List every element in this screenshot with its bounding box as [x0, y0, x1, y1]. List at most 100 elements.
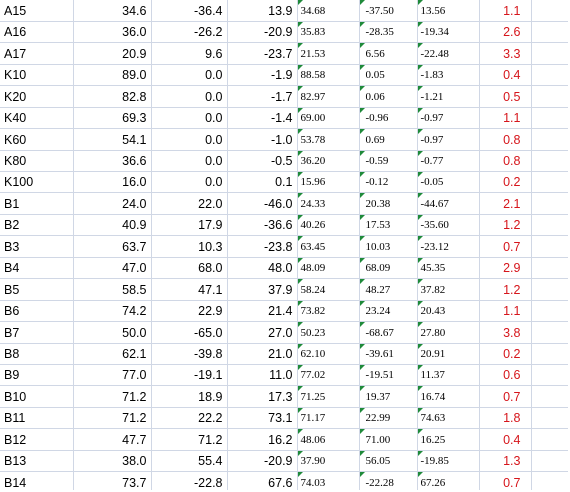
table-cell-col7[interactable]: 0.7	[479, 471, 532, 490]
table-cell-col4[interactable]: 69.00	[297, 107, 360, 130]
table-cell-col7[interactable]: 0.7	[479, 235, 532, 258]
table-cell-col4[interactable]: 88.58	[297, 64, 360, 87]
table-cell-name[interactable]: B11	[0, 407, 74, 430]
table-cell-col2[interactable]: -19.1	[151, 364, 228, 387]
table-cell-col7[interactable]: 0.8	[479, 150, 532, 173]
table-cell-col6[interactable]: 27.80	[417, 321, 480, 344]
table-cell-col2[interactable]: 9.6	[151, 42, 228, 65]
table-cell-col2[interactable]: 17.9	[151, 214, 228, 237]
table-cell-name[interactable]: B9	[0, 364, 74, 387]
table-cell-col1[interactable]: 73.7	[73, 471, 152, 490]
table-cell-col5[interactable]: 17.53	[359, 214, 418, 237]
table-cell-col8[interactable]: 0.9	[531, 192, 568, 215]
table-cell-col5[interactable]: -37.50	[359, 0, 418, 22]
table-cell-col5[interactable]: -28.35	[359, 21, 418, 44]
table-cell-col6[interactable]: 74.63	[417, 407, 480, 430]
table-cell-col1[interactable]: 58.5	[73, 278, 152, 301]
table-cell-col3[interactable]: 67.6	[227, 471, 298, 490]
table-cell-col7[interactable]: 0.4	[479, 64, 532, 87]
table-cell-col1[interactable]: 63.7	[73, 235, 152, 258]
table-cell-col2[interactable]: -36.4	[151, 0, 228, 22]
table-cell-col3[interactable]: -1.0	[227, 128, 298, 151]
table-cell-col8[interactable]: 2.2	[531, 257, 568, 280]
table-cell-col7[interactable]: 3.3	[479, 42, 532, 65]
table-cell-col6[interactable]: 16.25	[417, 428, 480, 451]
table-cell-col7[interactable]: 1.2	[479, 278, 532, 301]
table-cell-col2[interactable]: 10.3	[151, 235, 228, 258]
table-cell-name[interactable]: B4	[0, 257, 74, 280]
table-cell-name[interactable]: K20	[0, 85, 74, 108]
table-cell-col8[interactable]: 0.5	[531, 150, 568, 173]
table-cell-col6[interactable]: -35.60	[417, 214, 480, 237]
table-cell-col4[interactable]: 21.53	[297, 42, 360, 65]
table-cell-col3[interactable]: 11.0	[227, 364, 298, 387]
table-cell-col4[interactable]: 82.97	[297, 85, 360, 108]
table-cell-col8[interactable]: 0.6	[531, 0, 568, 22]
table-cell-col3[interactable]: -20.9	[227, 21, 298, 44]
table-cell-col1[interactable]: 36.6	[73, 150, 152, 173]
table-cell-col1[interactable]: 89.0	[73, 64, 152, 87]
table-cell-col7[interactable]: 0.2	[479, 343, 532, 365]
table-cell-col6[interactable]: -1.83	[417, 64, 480, 87]
table-cell-col2[interactable]: 71.2	[151, 428, 228, 451]
table-cell-col7[interactable]: 0.6	[479, 364, 532, 387]
table-cell-col1[interactable]: 71.2	[73, 385, 152, 408]
table-cell-col6[interactable]: -23.12	[417, 235, 480, 258]
table-cell-col1[interactable]: 47.7	[73, 428, 152, 451]
table-cell-name[interactable]: B8	[0, 343, 74, 365]
table-cell-col2[interactable]: 22.0	[151, 192, 228, 215]
table-cell-col3[interactable]: 21.0	[227, 343, 298, 365]
table-cell-col6[interactable]: 16.74	[417, 385, 480, 408]
table-cell-col5[interactable]: 56.05	[359, 450, 418, 473]
table-cell-col7[interactable]: 0.2	[479, 171, 532, 194]
table-cell-col4[interactable]: 48.06	[297, 428, 360, 451]
table-cell-col5[interactable]: -0.12	[359, 171, 418, 194]
table-cell-name[interactable]: B12	[0, 428, 74, 451]
table-cell-name[interactable]: B2	[0, 214, 74, 237]
table-cell-col5[interactable]: 0.05	[359, 64, 418, 87]
table-cell-col5[interactable]: 6.56	[359, 42, 418, 65]
table-cell-col4[interactable]: 37.90	[297, 450, 360, 473]
table-cell-col8[interactable]: 1.0	[531, 107, 568, 130]
table-cell-col3[interactable]: -0.5	[227, 150, 298, 173]
table-cell-col7[interactable]: 1.1	[479, 107, 532, 130]
table-cell-name[interactable]: B14	[0, 471, 74, 490]
table-cell-col8[interactable]: 0.7	[531, 385, 568, 408]
table-cell-col8[interactable]: 0.2	[531, 171, 568, 194]
table-cell-col2[interactable]: 55.4	[151, 450, 228, 473]
table-cell-col3[interactable]: 16.2	[227, 428, 298, 451]
table-cell-col5[interactable]: -22.28	[359, 471, 418, 490]
table-cell-col3[interactable]: 48.0	[227, 257, 298, 280]
table-cell-col8[interactable]: 0.4	[531, 471, 568, 490]
table-cell-col7[interactable]: 1.1	[479, 300, 532, 323]
table-cell-col3[interactable]: -1.9	[227, 64, 298, 87]
table-cell-col2[interactable]: -22.8	[151, 471, 228, 490]
table-cell-col7[interactable]: 0.7	[479, 385, 532, 408]
table-cell-name[interactable]: K60	[0, 128, 74, 151]
table-cell-col1[interactable]: 16.0	[73, 171, 152, 194]
table-cell-col2[interactable]: -26.2	[151, 21, 228, 44]
table-cell-name[interactable]: B6	[0, 300, 74, 323]
table-cell-col2[interactable]: 68.0	[151, 257, 228, 280]
table-cell-col7[interactable]: 2.1	[479, 192, 532, 215]
table-cell-col1[interactable]: 40.9	[73, 214, 152, 237]
table-cell-col7[interactable]: 1.3	[479, 450, 532, 473]
table-cell-col8[interactable]: 0.8	[531, 278, 568, 301]
table-cell-col7[interactable]: 2.6	[479, 21, 532, 44]
table-cell-col1[interactable]: 69.3	[73, 107, 152, 130]
table-cell-col8[interactable]: 0.1	[531, 428, 568, 451]
table-cell-col6[interactable]: 20.91	[417, 343, 480, 365]
table-cell-col4[interactable]: 63.45	[297, 235, 360, 258]
table-cell-col4[interactable]: 74.03	[297, 471, 360, 490]
table-cell-col4[interactable]: 50.23	[297, 321, 360, 344]
table-cell-col6[interactable]: -22.48	[417, 42, 480, 65]
table-cell-name[interactable]: B10	[0, 385, 74, 408]
table-cell-col6[interactable]: -0.97	[417, 128, 480, 151]
table-cell-name[interactable]: A17	[0, 42, 74, 65]
table-cell-col7[interactable]: 0.8	[479, 128, 532, 151]
table-cell-col2[interactable]: 22.2	[151, 407, 228, 430]
table-cell-col5[interactable]: -0.59	[359, 150, 418, 173]
table-cell-col1[interactable]: 77.0	[73, 364, 152, 387]
table-cell-name[interactable]: B5	[0, 278, 74, 301]
table-cell-col8[interactable]: 0.4	[531, 407, 568, 430]
